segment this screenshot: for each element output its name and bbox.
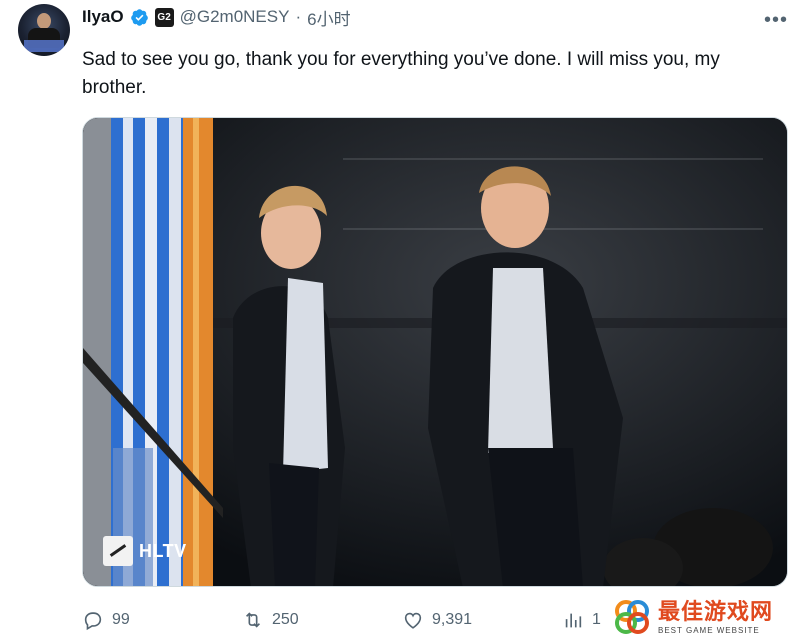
site-logo-icon: [615, 600, 649, 634]
tweet-text: Sad to see you go, thank you for everyth…: [82, 49, 720, 98]
more-options-icon[interactable]: •••: [764, 10, 788, 30]
author-handle[interactable]: @G2m0NESY: [180, 7, 290, 27]
site-name: 最佳游戏网: [658, 598, 774, 624]
author-avatar[interactable]: [18, 4, 70, 56]
site-tagline: BEST GAME WEBSITE: [658, 625, 760, 635]
retweet-count: 250: [272, 611, 299, 628]
like-button[interactable]: 9,391: [402, 609, 472, 631]
views-chart-icon: [565, 613, 582, 628]
affiliate-badge-icon[interactable]: G2: [154, 7, 174, 27]
hltv-label: HLTV: [139, 540, 187, 561]
hltv-logo-icon: [103, 536, 133, 566]
views-count: 1: [592, 611, 601, 628]
separator-dot: ·: [295, 7, 302, 26]
tweet-header: IlyaO G2 @G2m0NESY · 6小时: [82, 5, 351, 29]
site-watermark: 最佳游戏网 BEST GAME WEBSITE: [612, 594, 800, 640]
avatar-figure-desk: [24, 40, 64, 52]
views-button[interactable]: 1: [562, 609, 601, 631]
tweet-timestamp[interactable]: 6小时: [307, 5, 350, 30]
tweet-photo[interactable]: HLTV: [82, 117, 788, 587]
retweet-button[interactable]: 250: [242, 609, 299, 631]
reply-count: 99: [112, 611, 130, 628]
author-name[interactable]: IlyaO: [82, 7, 124, 27]
hltv-watermark: HLTV: [103, 536, 187, 566]
retweet-icon: [245, 612, 261, 628]
heart-icon: [404, 612, 422, 629]
avatar-figure-head: [37, 13, 51, 29]
verified-badge-icon: [130, 8, 148, 26]
reply-button[interactable]: 99: [82, 609, 130, 631]
reply-icon: [84, 612, 102, 631]
like-count: 9,391: [432, 611, 473, 628]
photo-scene: [83, 118, 787, 586]
